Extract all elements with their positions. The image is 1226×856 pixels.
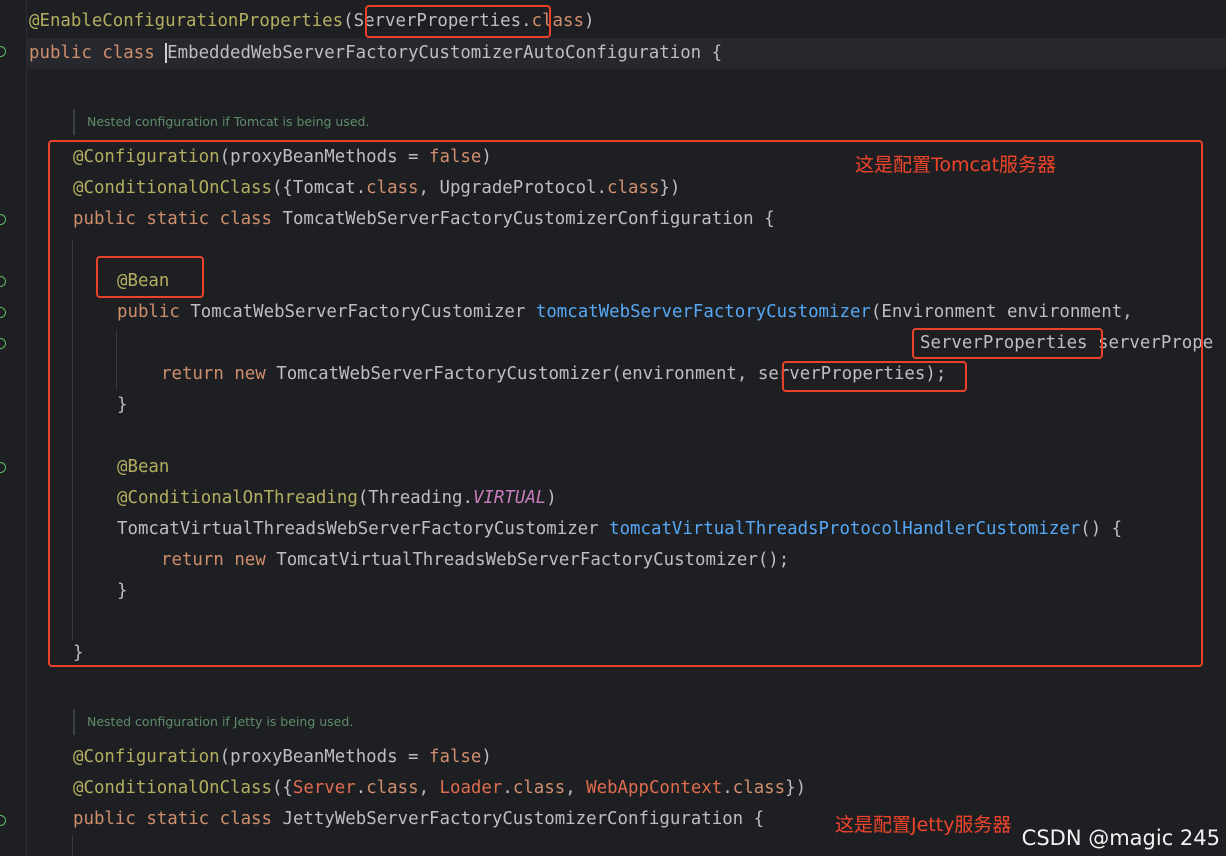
annotation-token: @ConditionalOnClass	[73, 778, 272, 798]
jetty-annotation-note: 这是配置Jetty服务器	[835, 814, 1012, 836]
code-token: .	[355, 778, 367, 798]
code-line-configuration-jetty[interactable]: @Configuration(proxyBeanMethods = false)	[73, 742, 492, 773]
code-token: {	[743, 809, 765, 829]
annotation-token: @EnableConfigurationProperties	[29, 11, 344, 31]
keyword-token: public	[73, 809, 136, 829]
editor-gutter[interactable]	[0, 0, 24, 856]
doc-comment-tomcat: Nested configuration if Tomcat is being …	[73, 109, 369, 135]
gutter-divider	[26, 0, 27, 856]
code-line-class-declaration[interactable]: public class EmbeddedWebServerFactoryCus…	[29, 38, 722, 69]
keyword-token: class	[732, 778, 786, 798]
doc-comment-jetty: Nested configuration if Jetty is being u…	[73, 709, 353, 735]
unresolved-class-token: WebAppContext	[586, 778, 723, 798]
indent-guide	[72, 835, 73, 856]
code-editor[interactable]: @EnableConfigurationProperties(ServerPro…	[0, 0, 1226, 856]
highlight-box-bean	[96, 256, 204, 298]
keyword-token: class	[219, 809, 272, 829]
highlight-box-server-properties	[365, 5, 551, 38]
text-caret: EmbeddedWebServerFactoryCustomizerAutoCo…	[165, 43, 702, 63]
highlight-box-server-properties-arg	[782, 361, 967, 392]
keyword-token: public	[29, 43, 92, 63]
code-token: })	[785, 778, 807, 798]
code-token: )	[583, 11, 595, 31]
unresolved-class-token: Loader	[439, 778, 503, 798]
code-token: .	[502, 778, 513, 798]
code-token: {	[701, 43, 723, 63]
code-token: ,	[418, 778, 440, 798]
watermark: CSDN @magic 245	[1021, 826, 1220, 850]
code-token: )	[481, 747, 492, 767]
keyword-token: class	[366, 778, 419, 798]
code-line-conditional-on-class-jetty[interactable]: @ConditionalOnClass({Server.class, Loade…	[73, 773, 806, 804]
annotation-token: @Configuration	[73, 747, 220, 767]
keyword-token: false	[429, 747, 482, 767]
keyword-token: static	[146, 809, 210, 829]
code-token: .	[722, 778, 733, 798]
code-token: (	[343, 11, 354, 31]
code-token: (proxyBeanMethods =	[219, 747, 429, 767]
highlight-box-tomcat-config	[48, 140, 1203, 667]
class-name-token: JettyWebServerFactoryCustomizerConfigura…	[282, 809, 744, 829]
unresolved-class-token: Server	[292, 778, 356, 798]
highlight-box-server-properties-param	[912, 328, 1103, 359]
code-token: ,	[565, 778, 587, 798]
code-token: ({	[271, 778, 293, 798]
tomcat-annotation-note: 这是配置Tomcat服务器	[855, 154, 1057, 176]
code-line-jetty-config-class[interactable]: public static class JettyWebServerFactor…	[73, 804, 764, 835]
keyword-token: class	[512, 778, 566, 798]
keyword-token: class	[102, 43, 155, 63]
